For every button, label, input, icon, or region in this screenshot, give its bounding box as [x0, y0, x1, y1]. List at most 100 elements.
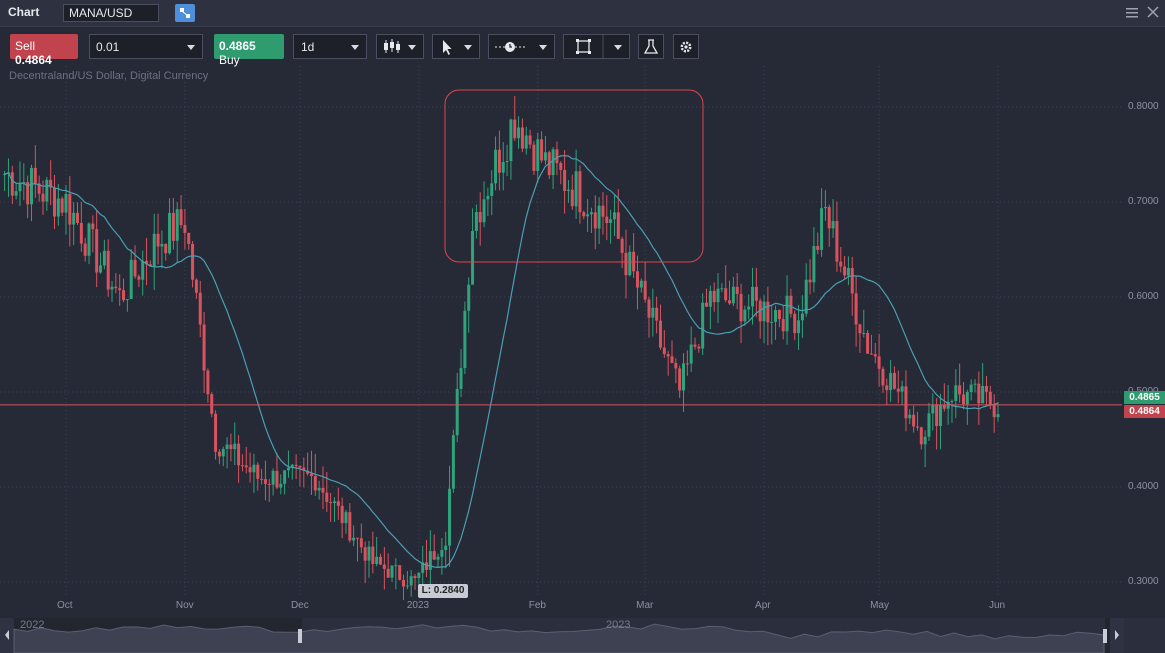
candle — [505, 144, 509, 177]
candle — [731, 276, 735, 307]
candle — [214, 410, 218, 460]
line-tool-icon — [495, 42, 525, 52]
candle — [379, 553, 383, 565]
candle — [735, 273, 739, 310]
candle — [797, 305, 801, 350]
candle — [605, 195, 609, 241]
candle — [501, 142, 505, 191]
link-icon[interactable] — [175, 4, 195, 22]
candle — [45, 176, 49, 211]
candle — [935, 398, 939, 450]
sell-price: 0.4864 — [15, 53, 52, 67]
symbol-input[interactable]: MANA/USD — [63, 4, 159, 22]
cursor-select[interactable] — [432, 34, 480, 59]
candle — [217, 449, 221, 465]
candle — [896, 370, 900, 404]
candle — [283, 470, 287, 495]
candle — [332, 497, 336, 522]
candle — [620, 236, 624, 269]
timeframe-select[interactable]: 1d — [293, 34, 367, 59]
candle — [494, 136, 498, 191]
candle — [517, 116, 521, 149]
candle — [240, 454, 244, 472]
sell-button[interactable]: Sell 0.4864 — [10, 34, 78, 67]
candle — [340, 497, 344, 539]
y-tick-label: 0.7000 — [1128, 196, 1159, 207]
candle — [938, 393, 942, 450]
candle — [923, 430, 927, 468]
candle — [708, 285, 712, 330]
settings-button[interactable] — [673, 34, 699, 59]
toolbar: Sell 0.4864 0.01 0.4865 Buy 1d — [0, 26, 1165, 67]
indicators-button[interactable] — [638, 34, 664, 59]
candle — [655, 296, 659, 334]
candle — [191, 240, 195, 288]
candle — [781, 305, 785, 340]
candle — [367, 540, 371, 578]
candle — [850, 256, 854, 316]
quantity-select[interactable]: 0.01 — [89, 34, 203, 59]
candle — [540, 131, 544, 163]
candle — [467, 277, 471, 333]
candle — [237, 435, 241, 483]
x-tick-label: Oct — [57, 600, 73, 611]
candle — [931, 393, 935, 431]
candle — [524, 126, 528, 155]
candle — [958, 363, 962, 403]
candle — [248, 452, 252, 483]
candle — [770, 305, 774, 345]
candle — [133, 245, 137, 279]
candle — [593, 195, 597, 250]
shape-tool-select[interactable] — [563, 34, 630, 59]
buy-button[interactable]: 0.4865 Buy — [214, 34, 284, 67]
candle — [229, 433, 233, 462]
chart-type-select[interactable] — [376, 34, 424, 59]
candle — [697, 343, 701, 353]
candle — [854, 275, 858, 347]
price-chart[interactable] — [0, 66, 1165, 616]
candle — [91, 215, 95, 253]
navigator-left-handle[interactable] — [298, 629, 302, 643]
candle — [800, 295, 804, 338]
candle — [202, 311, 206, 393]
line-tool-select[interactable] — [488, 34, 555, 59]
candle — [892, 366, 896, 390]
candle — [651, 288, 655, 337]
candle — [394, 558, 398, 590]
app-title: Chart — [8, 5, 40, 19]
candle — [578, 165, 582, 224]
candle — [26, 175, 30, 219]
candle — [881, 366, 885, 393]
bid-price-tag: 0.4864 — [1124, 405, 1165, 418]
candle — [478, 192, 482, 246]
candle — [60, 196, 64, 216]
navigator[interactable]: 2022 2023 — [0, 618, 1165, 653]
close-icon[interactable] — [1145, 4, 1161, 20]
navigator-right-handle[interactable] — [1103, 629, 1107, 643]
chevron-down-icon — [464, 45, 472, 50]
candle — [64, 185, 68, 235]
menu-icon[interactable] — [1124, 4, 1140, 20]
highlight-rectangle[interactable] — [444, 89, 704, 263]
candle — [37, 175, 41, 202]
candle — [497, 130, 501, 191]
candle — [597, 197, 601, 245]
candle — [22, 163, 26, 201]
candle — [536, 132, 540, 183]
candle — [125, 299, 129, 312]
candle — [570, 174, 574, 210]
candle — [99, 252, 103, 274]
candle — [490, 170, 494, 216]
candle — [118, 274, 122, 306]
candle — [225, 437, 229, 469]
candle — [482, 181, 486, 228]
candle — [601, 192, 605, 235]
candle — [83, 237, 87, 262]
candle — [375, 536, 379, 567]
rectangle-tool-icon — [576, 35, 604, 58]
candle — [194, 278, 198, 299]
y-tick-label: 0.6000 — [1128, 291, 1159, 302]
candle — [432, 534, 436, 560]
chevron-down-icon — [614, 45, 622, 50]
candle — [175, 202, 179, 264]
